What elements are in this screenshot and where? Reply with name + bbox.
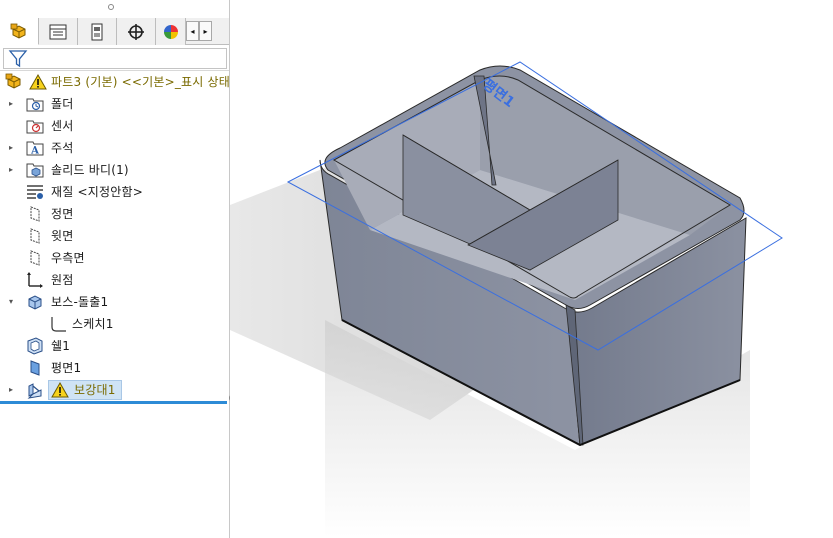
- plane-icon: [26, 205, 44, 223]
- plane1-icon: [26, 359, 44, 377]
- tree-item-sketch[interactable]: 스케치1: [0, 313, 229, 335]
- part-icon: [5, 73, 23, 91]
- tree-item-front-plane[interactable]: 정면: [0, 203, 229, 225]
- tree-item-label: 주석: [51, 141, 74, 155]
- expand-arrow-icon[interactable]: ▸: [7, 99, 15, 109]
- tree-item-label: 재질 <지정안함>: [51, 185, 143, 199]
- tree-item-solid-bodies[interactable]: ▸ 솔리드 바디(1): [0, 159, 229, 181]
- tree-item-label: 쉘1: [51, 339, 71, 353]
- tree-item-origin[interactable]: 원점: [0, 269, 229, 291]
- feature-manager-panel: ◂ ▸ 파트3 (기본) <<기본>_표시 상태 ▸ 폴더 센서 ▸ A 주석 …: [0, 0, 230, 538]
- tab-configuration-manager[interactable]: [78, 18, 117, 45]
- collapse-arrow-icon[interactable]: ▾: [7, 297, 15, 307]
- feature-manager-icon: [10, 23, 26, 39]
- sketch-icon: [49, 315, 67, 333]
- tree-filter-input[interactable]: [3, 48, 227, 69]
- tree-item-sensors[interactable]: 센서: [0, 115, 229, 137]
- tree-item-material[interactable]: 재질 <지정안함>: [0, 181, 229, 203]
- material-icon: [26, 183, 44, 201]
- graphics-viewport[interactable]: 평면1: [230, 0, 833, 538]
- manager-tab-bar: ◂ ▸: [0, 18, 229, 45]
- warning-icon: [29, 73, 47, 91]
- tree-item-label: 스케치1: [72, 317, 114, 331]
- tree-item-annotations[interactable]: ▸ A 주석: [0, 137, 229, 159]
- tab-dimxpert-manager[interactable]: [117, 18, 156, 45]
- tree-root-part[interactable]: 파트3 (기본) <<기본>_표시 상태: [0, 71, 231, 93]
- tree-item-label: 센서: [51, 119, 74, 133]
- plane-icon: [26, 227, 44, 245]
- model-view: 평면1: [230, 61, 783, 538]
- tree-item-label: 정면: [51, 207, 74, 221]
- tree-item-history-folder[interactable]: ▸ 폴더: [0, 93, 229, 115]
- tab-display-manager[interactable]: [156, 18, 186, 45]
- tree-item-top-plane[interactable]: 윗면: [0, 225, 229, 247]
- panel-resize-grip[interactable]: [108, 4, 114, 10]
- plane-icon: [26, 249, 44, 267]
- tab-scroll-right-button[interactable]: ▸: [199, 21, 212, 41]
- right-arrow-icon: ▸: [203, 26, 208, 36]
- filter-funnel-icon[interactable]: [8, 49, 28, 68]
- filter-row: [0, 46, 229, 71]
- tree-item-label: 평면1: [51, 361, 82, 375]
- tree-item-shell[interactable]: 쉘1: [0, 335, 229, 357]
- tree-item-label: 우측면: [51, 251, 85, 265]
- display-manager-icon: [163, 24, 178, 39]
- history-folder-icon: [26, 95, 44, 113]
- tree-item-boss-extrude[interactable]: ▾ 보스-돌출1: [0, 291, 229, 313]
- expand-arrow-icon[interactable]: ▸: [7, 165, 15, 175]
- tree-item-plane1[interactable]: 평면1: [0, 357, 229, 379]
- sensor-icon: [26, 117, 44, 135]
- tree-item-rib[interactable]: ▸ 보강대1: [0, 379, 229, 401]
- tree-item-label: 보스-돌출1: [51, 295, 109, 309]
- tree-root-label: 파트3 (기본) <<기본>_표시 상태: [51, 75, 231, 89]
- tab-scroll-left-button[interactable]: ◂: [186, 21, 199, 41]
- configuration-manager-icon: [91, 23, 103, 40]
- rollback-bar[interactable]: [0, 401, 227, 404]
- tab-property-manager[interactable]: [39, 18, 78, 45]
- origin-icon: [26, 271, 44, 289]
- annotation-icon: A: [26, 139, 44, 157]
- tree-item-label: 솔리드 바디(1): [51, 163, 129, 177]
- tree-item-label: 원점: [51, 273, 74, 287]
- expand-arrow-icon[interactable]: ▸: [7, 143, 15, 153]
- svg-text:A: A: [30, 146, 39, 157]
- tree-item-label: 윗면: [51, 229, 74, 243]
- crosshair-icon: [128, 23, 144, 40]
- tab-feature-manager[interactable]: [0, 18, 39, 45]
- boss-extrude-icon: [26, 293, 44, 311]
- shell-icon: [26, 337, 44, 355]
- tree-item-right-plane[interactable]: 우측면: [0, 247, 229, 269]
- tree-item-label: 보강대1: [74, 383, 116, 397]
- tree-item-label: 폴더: [51, 97, 74, 111]
- rib-icon: [26, 381, 44, 399]
- property-manager-icon: [49, 24, 67, 39]
- feature-tree: 파트3 (기본) <<기본>_표시 상태 ▸ 폴더 센서 ▸ A 주석 ▸ 솔리…: [0, 71, 231, 401]
- warning-icon: [51, 381, 69, 399]
- solid-bodies-icon: [26, 161, 44, 179]
- left-arrow-icon: ◂: [190, 26, 195, 36]
- expand-arrow-icon[interactable]: ▸: [7, 385, 15, 395]
